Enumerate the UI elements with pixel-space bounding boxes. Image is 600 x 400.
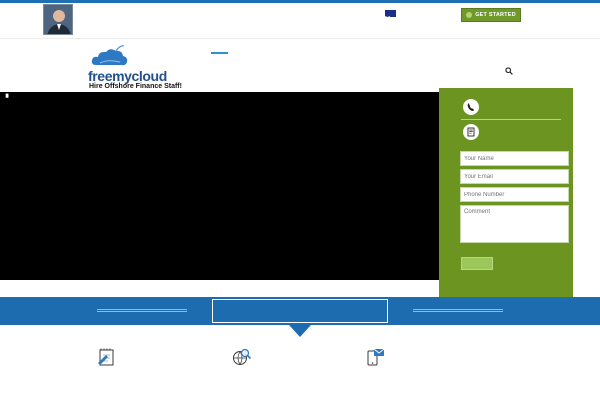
blue-feature-band — [0, 297, 600, 325]
cloud-swirl-icon — [91, 45, 128, 66]
logo-tagline: Hire Offshore Finance Staff! — [89, 83, 182, 90]
band-pointer-notch — [289, 325, 311, 337]
band-divider-right — [413, 309, 503, 312]
page: GET STARTED freemycloud Hire Offshore Fi… — [0, 0, 600, 400]
contact-card-icon — [463, 124, 479, 140]
video-corner-mark: ▗ — [3, 91, 9, 98]
comment-input[interactable] — [460, 205, 569, 243]
band-divider-left — [97, 309, 187, 312]
get-started-button[interactable]: GET STARTED — [461, 8, 521, 22]
submit-button[interactable] — [461, 257, 493, 270]
email-input[interactable] — [460, 169, 569, 184]
video-player[interactable]: ▗ — [0, 91, 440, 280]
search-icon[interactable] — [505, 67, 513, 75]
arrow-circle-icon — [466, 12, 473, 18]
person-avatar-icon — [44, 5, 72, 34]
phone-icon — [463, 99, 479, 115]
name-input[interactable] — [460, 151, 569, 166]
site-logo[interactable]: freemycloud Hire Offshore Finance Staff! — [88, 43, 188, 91]
top-bar: GET STARTED — [0, 3, 600, 38]
profile-avatar[interactable] — [43, 4, 73, 35]
panel-divider — [461, 119, 561, 120]
get-started-label: GET STARTED — [475, 12, 516, 18]
band-highlight-box[interactable] — [212, 299, 388, 323]
phone-input[interactable] — [460, 187, 569, 202]
site-header: freemycloud Hire Offshore Finance Staff! — [0, 38, 600, 92]
mobile-mail-icon[interactable] — [366, 347, 386, 367]
nav-active-indicator[interactable] — [211, 52, 228, 54]
globe-search-icon[interactable] — [232, 347, 252, 367]
australia-flag-icon[interactable] — [385, 10, 396, 17]
contact-form-panel — [439, 88, 573, 297]
notepad-pencil-icon[interactable] — [97, 347, 117, 367]
logo-wordmark: freemycloud — [88, 68, 167, 84]
